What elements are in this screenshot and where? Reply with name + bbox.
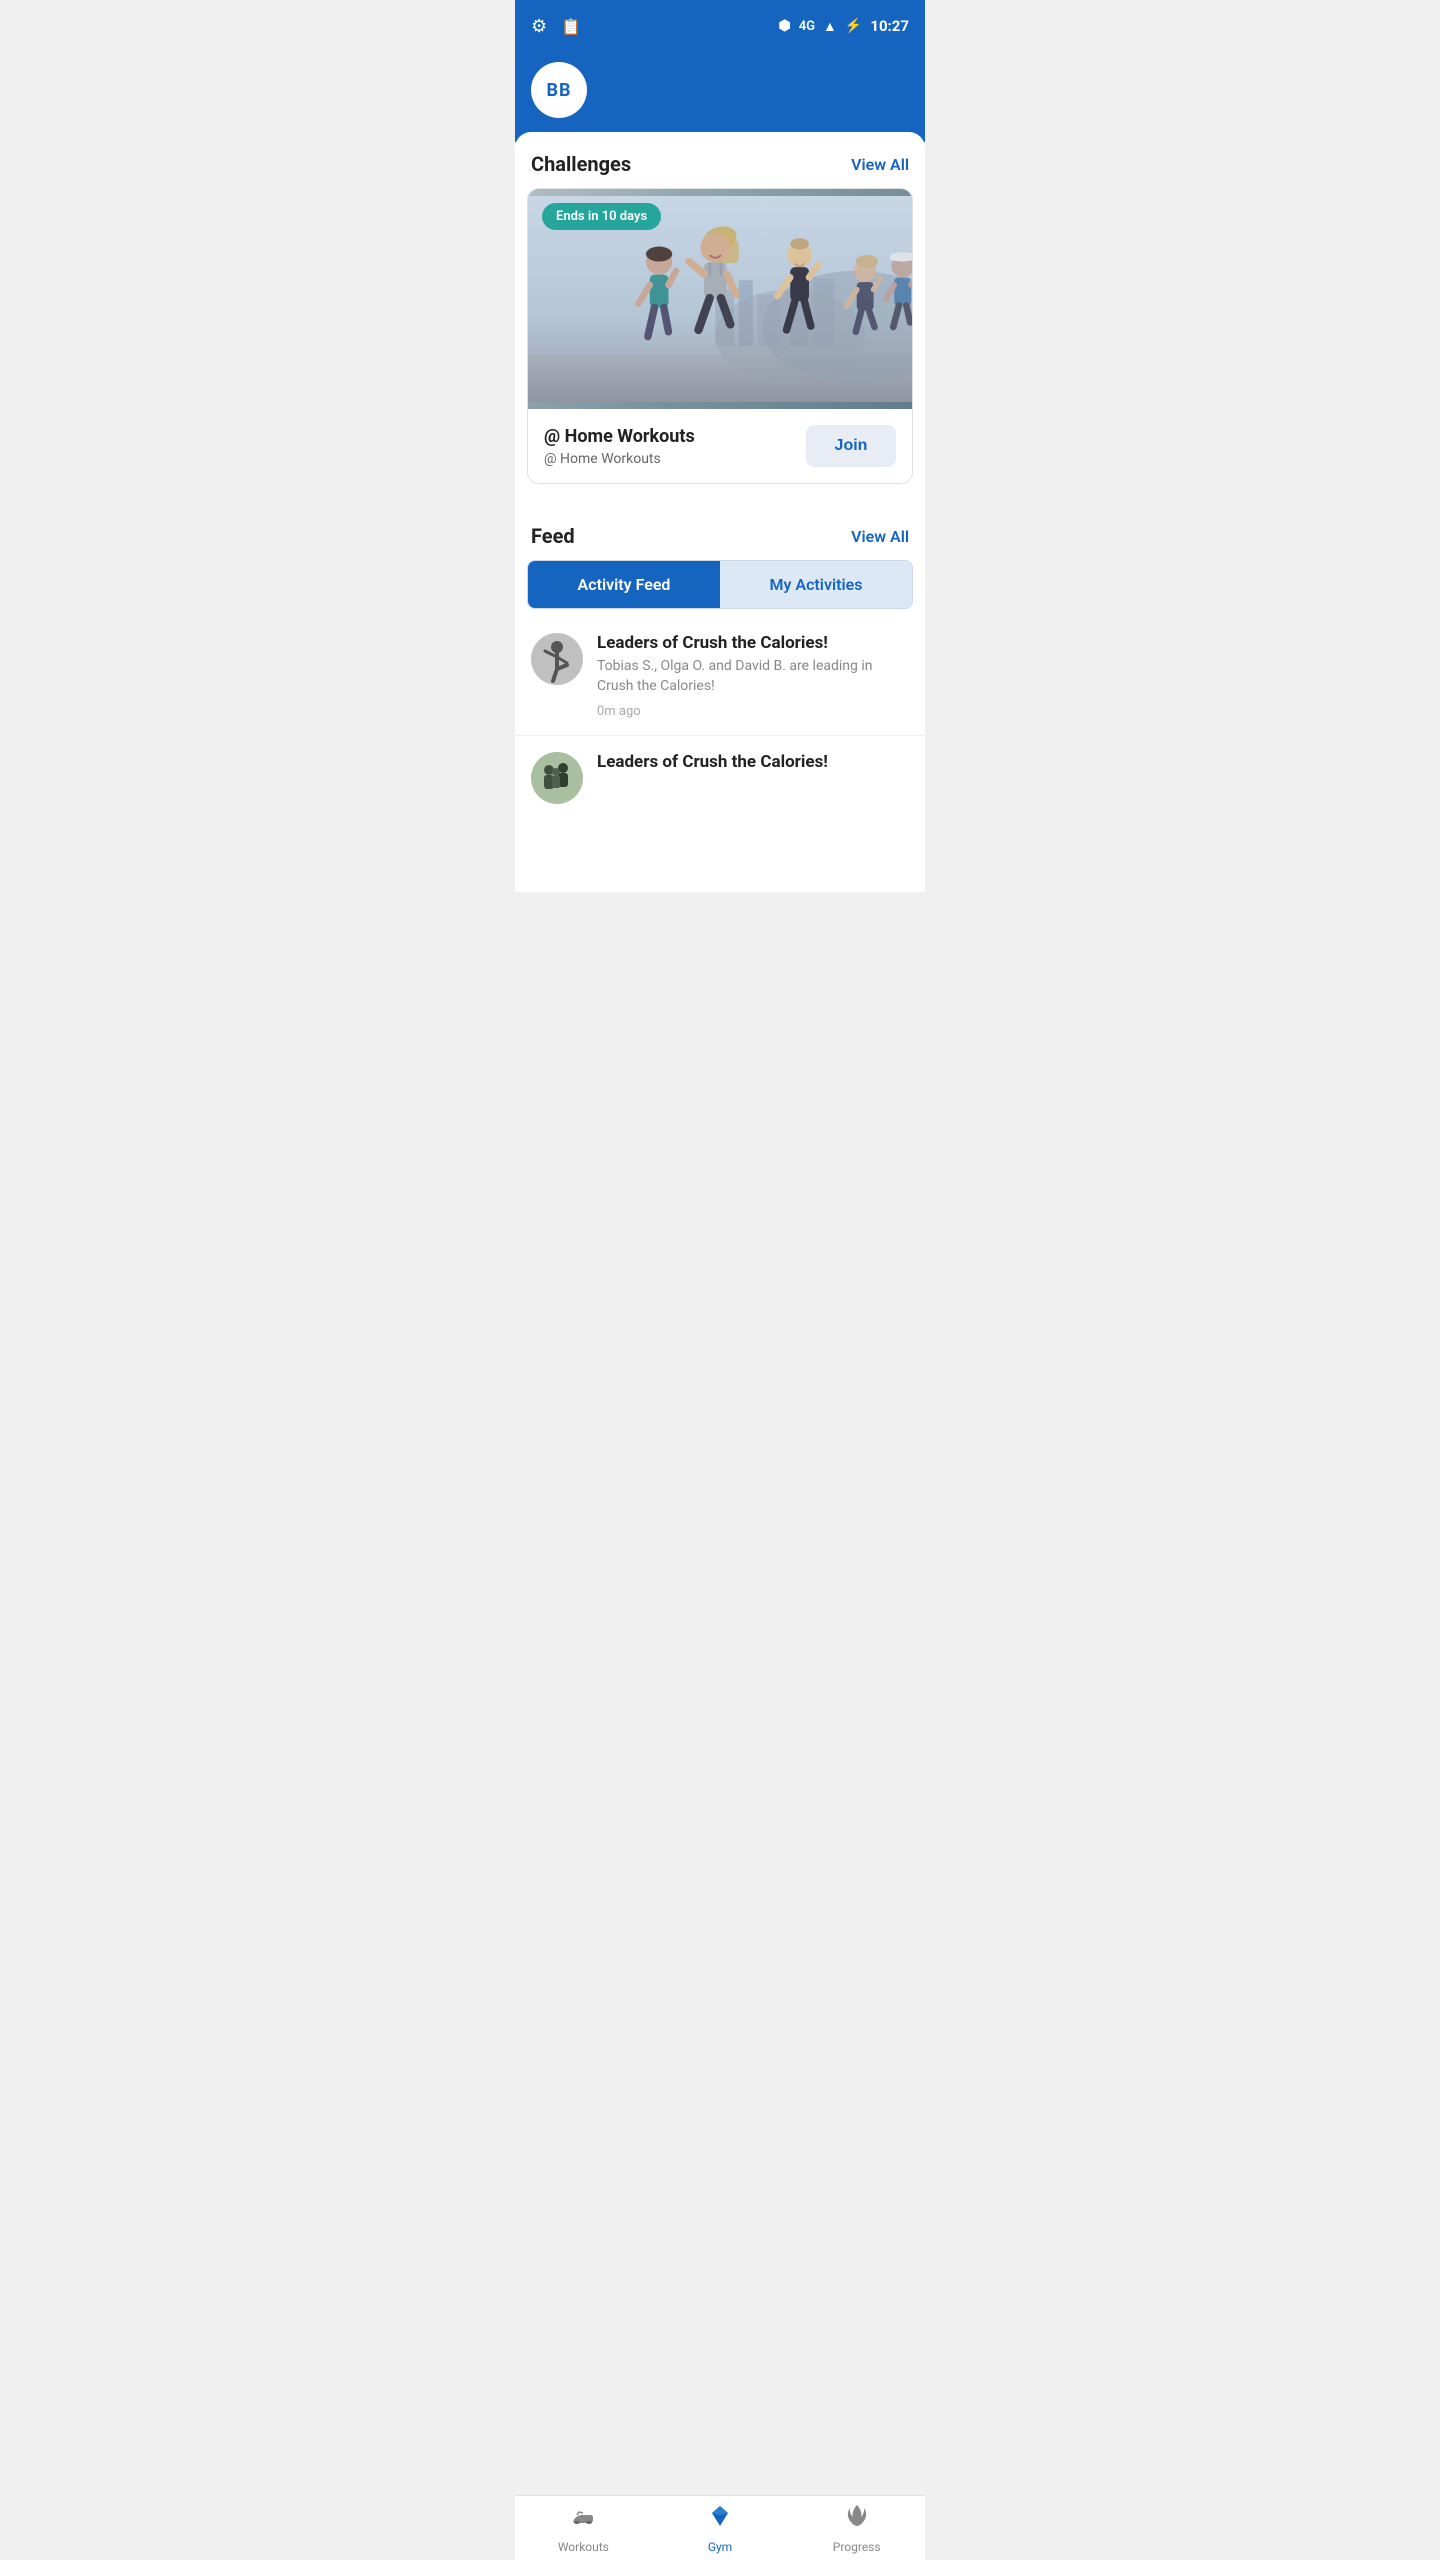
challenge-info: @ Home Workouts @ Home Workouts Join (528, 409, 912, 483)
challenge-subtitle: @ Home Workouts (544, 451, 695, 467)
settings-icon[interactable]: ⚙ (531, 16, 547, 37)
app-bar: BB (515, 50, 925, 142)
feed-item-avatar-2 (531, 752, 583, 804)
workouts-icon (569, 2502, 597, 2536)
challenge-badge: Ends in 10 days (542, 203, 661, 230)
nav-item-gym[interactable]: Gym (652, 2494, 789, 2560)
challenges-view-all[interactable]: View All (851, 155, 909, 174)
time-display: 10:27 (870, 17, 909, 35)
nav-item-workouts[interactable]: Workouts (515, 2494, 652, 2560)
challenge-image: Ends in 10 days (528, 189, 912, 409)
tab-my-activities-label: My Activities (769, 575, 862, 594)
bottom-navigation: Workouts Gym Progress (515, 2495, 925, 2560)
feed-item: Leaders of Crush the Calories! Tobias S.… (515, 617, 925, 736)
feed-item-title-2: Leaders of Crush the Calories! (597, 752, 828, 772)
challenge-card: Ends in 10 days @ Home Workouts @ Home W… (527, 188, 913, 484)
feed-item-2: Leaders of Crush the Calories! (515, 736, 925, 812)
feed-title: Feed (531, 524, 575, 548)
challenge-text: @ Home Workouts @ Home Workouts (544, 426, 695, 467)
feed-items: Leaders of Crush the Calories! Tobias S.… (515, 617, 925, 812)
battery-icon: ⚡ (845, 18, 862, 34)
feed-header: Feed View All (515, 504, 925, 560)
tab-activity-feed[interactable]: Activity Feed (528, 561, 720, 608)
nav-workouts-label: Workouts (558, 2540, 609, 2554)
clipboard-icon[interactable]: 📋 (561, 17, 581, 36)
challenges-title: Challenges (531, 152, 631, 176)
yoga-avatar-svg (531, 633, 583, 685)
nav-progress-label: Progress (833, 2540, 881, 2554)
user-avatar[interactable]: BB (531, 62, 587, 118)
gym-icon (706, 2502, 734, 2536)
feed-item-content-1: Leaders of Crush the Calories! Tobias S.… (597, 633, 909, 719)
challenge-title: @ Home Workouts (544, 426, 695, 447)
bluetooth-icon: ⬢ (779, 18, 791, 34)
join-button[interactable]: Join (806, 425, 896, 467)
progress-icon (843, 2502, 871, 2536)
user-initials: BB (547, 80, 572, 101)
feed-item-content-2: Leaders of Crush the Calories! (597, 752, 828, 776)
tab-activity-feed-label: Activity Feed (578, 575, 671, 594)
feed-tabs: Activity Feed My Activities (527, 560, 913, 609)
feed-item-avatar-1 (531, 633, 583, 685)
nav-gym-label: Gym (708, 2540, 732, 2554)
signal-bars-icon: ▲ (823, 18, 837, 35)
feed-item-title-1: Leaders of Crush the Calories! (597, 633, 909, 653)
tab-my-activities[interactable]: My Activities (720, 561, 912, 608)
feed-view-all[interactable]: View All (851, 527, 909, 546)
feed-section: Feed View All Activity Feed My Activitie… (515, 504, 925, 812)
signal-label: 4G (799, 19, 815, 34)
status-right-icons: ⬢ 4G ▲ ⚡ 10:27 (779, 17, 909, 35)
status-left-icons: ⚙ 📋 (531, 16, 581, 37)
challenges-header: Challenges View All (515, 132, 925, 188)
nav-item-progress[interactable]: Progress (788, 2494, 925, 2560)
status-bar: ⚙ 📋 ⬢ 4G ▲ ⚡ 10:27 (515, 0, 925, 50)
group-avatar-svg (531, 752, 583, 804)
feed-item-body-1: Tobias S., Olga O. and David B. are lead… (597, 657, 909, 696)
feed-item-time-1: 0m ago (597, 704, 641, 719)
main-content: Challenges View All (515, 132, 925, 892)
